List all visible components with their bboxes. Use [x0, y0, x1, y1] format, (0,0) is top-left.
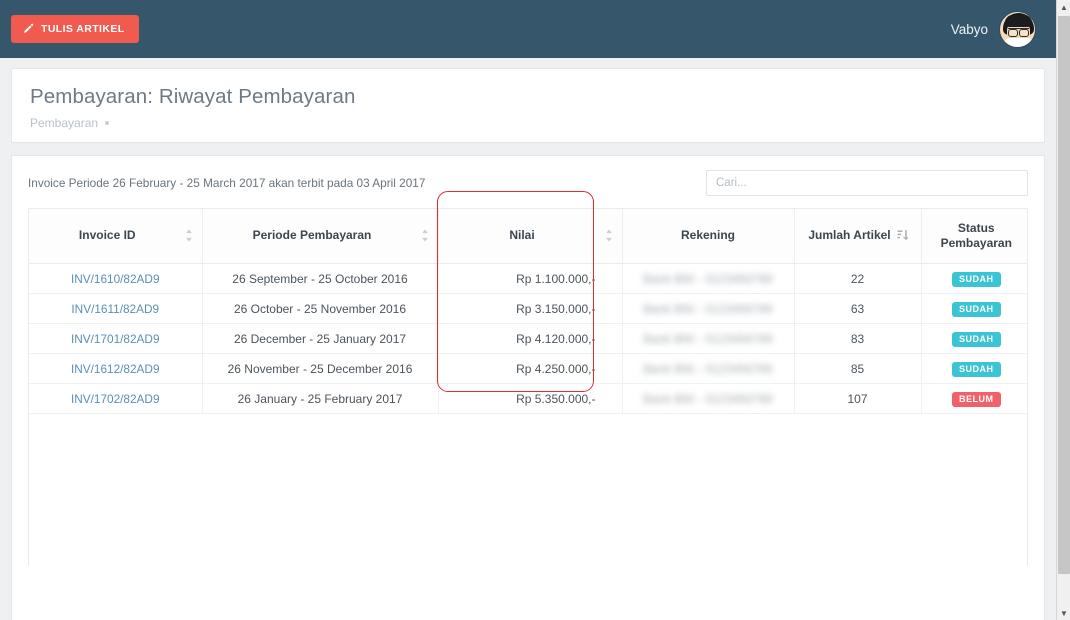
- payment-table-container: Invoice ID Periode Pembayaran Nilai Reke…: [28, 207, 1028, 566]
- table-body: INV/1610/82AD9 26 September - 25 October…: [29, 263, 1027, 415]
- rekening-redacted: Bank BNI - 0123456789: [643, 363, 773, 376]
- cell-nilai: Rp 4.250.000,-: [438, 353, 623, 385]
- cell-rekening: Bank BNI - 0123456789: [622, 353, 795, 385]
- invoice-note: Invoice Periode 26 February - 25 March 2…: [28, 175, 426, 190]
- cell-periode: 26 September - 25 October 2016: [202, 263, 439, 295]
- breadcrumb: Pembayaran: [30, 116, 1026, 130]
- rekening-redacted: Bank BNI - 0123456789: [643, 393, 773, 406]
- write-article-button[interactable]: TULIS ARTIKEL: [11, 15, 139, 43]
- user-menu[interactable]: Vabyo: [950, 10, 1036, 48]
- column-header-jumlah-artikel[interactable]: Jumlah Artikel: [794, 208, 922, 265]
- cell-invoice-id[interactable]: INV/1702/82AD9: [29, 383, 203, 415]
- cell-periode: 26 October - 25 November 2016: [202, 293, 439, 325]
- sort-both-icon[interactable]: [604, 229, 614, 242]
- payment-history-table: Invoice ID Periode Pembayaran Nilai Reke…: [29, 208, 1027, 415]
- status-badge: SUDAH: [951, 331, 1001, 347]
- sort-both-icon[interactable]: [420, 229, 430, 242]
- cell-invoice-id[interactable]: INV/1611/82AD9: [29, 293, 203, 325]
- column-label-status: Status Pembayaran: [940, 220, 1012, 250]
- status-badge: SUDAH: [951, 271, 1001, 287]
- cell-periode: 26 November - 25 December 2016: [202, 353, 439, 385]
- table-row[interactable]: INV/1612/82AD9 26 November - 25 December…: [29, 353, 1027, 385]
- sort-amount-down-icon[interactable]: [897, 229, 908, 242]
- status-badge: SUDAH: [951, 361, 1001, 377]
- column-header-periode-pembayaran[interactable]: Periode Pembayaran: [202, 208, 439, 265]
- breadcrumb-item-pembayaran[interactable]: Pembayaran: [30, 116, 98, 130]
- invoice-link[interactable]: INV/1611/82AD9: [71, 302, 159, 316]
- page-title: Pembayaran: Riwayat Pembayaran: [30, 85, 356, 108]
- cell-nilai: Rp 4.120.000,-: [438, 323, 623, 355]
- app-viewport: TULIS ARTIKEL Vabyo Pembayaran: Riwayat …: [0, 0, 1070, 620]
- cell-status: SUDAH: [921, 323, 1027, 355]
- cell-nilai: Rp 1.100.000,-: [438, 263, 623, 295]
- page-body: Pembayaran: Riwayat Pembayaran Pembayara…: [0, 58, 1056, 620]
- table-head: Invoice ID Periode Pembayaran Nilai Reke…: [29, 208, 1027, 265]
- invoice-link[interactable]: INV/1610/82AD9: [71, 272, 160, 286]
- rekening-redacted: Bank BNI - 0123456789: [643, 273, 773, 286]
- table-header-row: Invoice ID Periode Pembayaran Nilai Reke…: [29, 208, 1027, 265]
- cell-rekening: Bank BNI - 0123456789: [622, 323, 795, 355]
- cell-invoice-id[interactable]: INV/1612/82AD9: [29, 353, 203, 385]
- write-article-label: TULIS ARTIKEL: [41, 22, 125, 35]
- column-header-rekening[interactable]: Rekening: [622, 208, 795, 265]
- browser-vertical-scrollbar[interactable]: ▲ ▼: [1056, 0, 1070, 620]
- pencil-icon: [22, 23, 34, 35]
- scroll-up-arrow-icon[interactable]: ▲: [1057, 0, 1070, 14]
- invoice-link[interactable]: INV/1702/82AD9: [71, 392, 160, 406]
- user-name: Vabyo: [950, 21, 988, 37]
- table-row[interactable]: INV/1610/82AD9 26 September - 25 October…: [29, 263, 1027, 295]
- cell-jumlah-artikel: 107: [794, 383, 922, 415]
- column-label-jumlah-artikel: Jumlah Artikel: [808, 228, 891, 243]
- top-navbar: TULIS ARTIKEL Vabyo: [0, 0, 1056, 58]
- cell-periode: 26 January - 25 February 2017: [202, 383, 439, 415]
- cell-rekening: Bank BNI - 0123456789: [622, 263, 795, 295]
- cell-rekening: Bank BNI - 0123456789: [622, 293, 795, 325]
- cell-jumlah-artikel: 83: [794, 323, 922, 355]
- column-header-status-pembayaran[interactable]: Status Pembayaran: [921, 208, 1027, 265]
- sort-both-icon[interactable]: [184, 229, 194, 242]
- payment-history-panel: Invoice Periode 26 February - 25 March 2…: [11, 154, 1045, 620]
- invoice-link[interactable]: INV/1612/82AD9: [71, 362, 160, 376]
- column-label-nilai: Nilai: [509, 228, 535, 243]
- cell-invoice-id[interactable]: INV/1610/82AD9: [29, 263, 203, 295]
- column-header-invoice-id[interactable]: Invoice ID: [29, 208, 203, 265]
- cell-periode: 26 December - 25 January 2017: [202, 323, 439, 355]
- cell-status: SUDAH: [921, 353, 1027, 385]
- invoice-link[interactable]: INV/1701/82AD9: [71, 332, 160, 346]
- table-row[interactable]: INV/1701/82AD9 26 December - 25 January …: [29, 323, 1027, 355]
- cell-nilai: Rp 5.350.000,-: [438, 383, 623, 415]
- avatar[interactable]: [999, 10, 1036, 48]
- status-badge: SUDAH: [951, 301, 1001, 317]
- cell-invoice-id[interactable]: INV/1701/82AD9: [29, 323, 203, 355]
- cell-rekening: Bank BNI - 0123456789: [622, 383, 795, 415]
- cell-jumlah-artikel: 22: [794, 263, 922, 295]
- cell-status: SUDAH: [921, 293, 1027, 325]
- rekening-redacted: Bank BNI - 0123456789: [643, 303, 773, 316]
- cell-nilai: Rp 3.150.000,-: [438, 293, 623, 325]
- rekening-redacted: Bank BNI - 0123456789: [643, 333, 773, 346]
- table-row[interactable]: INV/1702/82AD9 26 January - 25 February …: [29, 383, 1027, 415]
- breadcrumb-dot-icon: [105, 120, 110, 125]
- scroll-down-arrow-icon[interactable]: ▼: [1057, 606, 1070, 620]
- cell-status: BELUM: [921, 383, 1027, 415]
- cell-jumlah-artikel: 85: [794, 353, 922, 385]
- column-label-periode: Periode Pembayaran: [252, 228, 372, 243]
- column-label-invoice-id: Invoice ID: [78, 228, 136, 243]
- status-badge: BELUM: [952, 391, 1001, 407]
- search-input[interactable]: [706, 169, 1028, 196]
- cell-status: SUDAH: [921, 263, 1027, 295]
- vscroll-thumb[interactable]: [1058, 16, 1070, 574]
- table-row[interactable]: INV/1611/82AD9 26 October - 25 November …: [29, 293, 1027, 325]
- content-header: Invoice Periode 26 February - 25 March 2…: [28, 169, 1028, 196]
- column-header-nilai[interactable]: Nilai: [438, 208, 623, 265]
- page-header-panel: Pembayaran: Riwayat Pembayaran Pembayara…: [11, 68, 1045, 143]
- column-label-rekening: Rekening: [680, 228, 735, 243]
- cell-jumlah-artikel: 63: [794, 293, 922, 325]
